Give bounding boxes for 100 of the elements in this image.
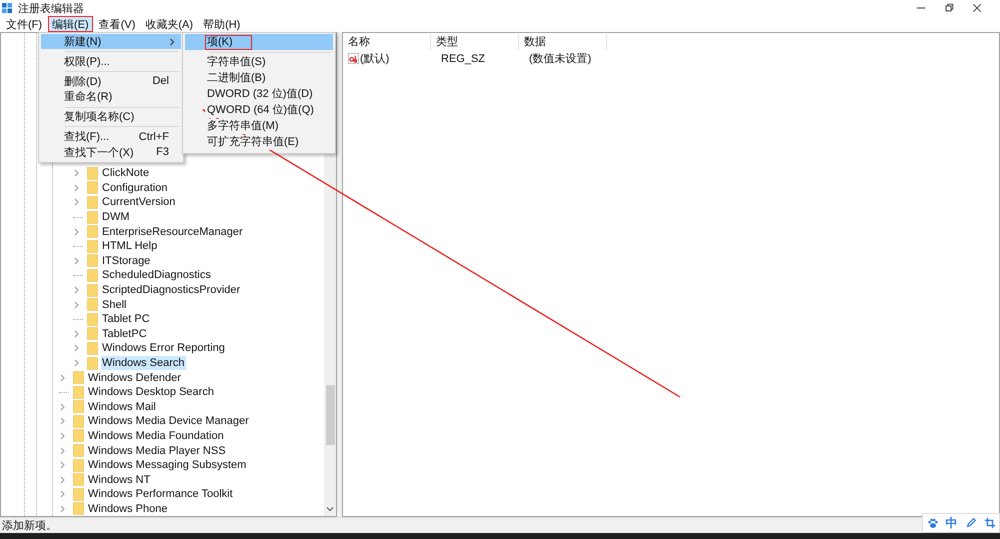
crop-icon[interactable]: [984, 517, 996, 529]
expand-chevron-icon[interactable]: [73, 344, 81, 352]
column-header[interactable]: 名称: [343, 34, 431, 50]
expand-chevron-icon[interactable]: [59, 432, 67, 440]
shortcut-text: F3: [156, 146, 169, 158]
expand-chevron-icon[interactable]: [59, 504, 67, 513]
menu-item[interactable]: 字符串值(S): [185, 54, 333, 70]
registry-editor-icon: [2, 2, 13, 14]
status-text: 添加新项。: [2, 518, 57, 533]
tree-item[interactable]: Windows Media Foundation: [87, 428, 225, 443]
expand-chevron-icon[interactable]: [59, 402, 67, 411]
tree-item[interactable]: TabletPC: [101, 326, 148, 341]
menu-item[interactable]: DWORD (32 位)值(D): [185, 86, 333, 102]
tree-item[interactable]: HTML Help: [101, 239, 158, 254]
folder-icon: [87, 240, 98, 253]
expand-chevron-icon[interactable]: [59, 490, 67, 498]
tree-item[interactable]: Configuration: [101, 180, 168, 195]
tree-item[interactable]: Windows NT: [87, 472, 152, 487]
tree-item[interactable]: Tablet PC: [101, 312, 151, 326]
folder-icon: [87, 342, 98, 355]
menu-item[interactable]: 收藏夹(A): [141, 16, 198, 32]
input-mode-toggle[interactable]: 中: [946, 514, 958, 532]
menu-item[interactable]: 新建(N): [41, 34, 181, 50]
column-header[interactable]: 类型: [431, 34, 519, 50]
expand-chevron-icon[interactable]: [59, 461, 67, 470]
menu-item[interactable]: 项(K): [185, 34, 333, 50]
expand-chevron-icon[interactable]: [59, 446, 67, 455]
tree-item[interactable]: ScriptedDiagnosticsProvider: [101, 283, 242, 298]
paw-icon[interactable]: [926, 517, 938, 529]
restore-icon[interactable]: [944, 3, 954, 13]
folder-icon: [87, 327, 98, 340]
tree-item[interactable]: CurrentVersion: [101, 195, 176, 210]
tree-item[interactable]: Windows Defender: [87, 370, 182, 385]
expand-chevron-icon[interactable]: [73, 300, 81, 309]
tree-item[interactable]: Shell: [101, 298, 128, 312]
expand-chevron-icon[interactable]: [73, 169, 81, 178]
expand-chevron-icon[interactable]: [73, 198, 81, 206]
tree-item[interactable]: Windows Phone: [87, 502, 168, 516]
expand-chevron-icon[interactable]: [73, 184, 81, 192]
folder-icon: [73, 386, 84, 399]
menu-item[interactable]: 权限(P)...: [41, 54, 181, 70]
tree-item[interactable]: Windows Messaging Subsystem: [87, 458, 248, 472]
menu-item-label: 权限(P)...: [64, 55, 111, 70]
expand-chevron-icon[interactable]: [59, 417, 67, 426]
menu-item[interactable]: 二进制值(B): [185, 70, 333, 86]
submenu-chevron-icon: [169, 38, 175, 46]
column-header[interactable]: 数据: [519, 34, 607, 50]
menu-item[interactable]: 查找(F)... Ctrl+F: [41, 128, 181, 144]
tree-item[interactable]: Windows Performance Toolkit: [87, 487, 234, 502]
expand-chevron-icon[interactable]: [59, 374, 67, 382]
table-cell-text: REG_SZ: [440, 52, 486, 64]
expand-chevron-icon[interactable]: [59, 476, 67, 484]
folder-icon: [73, 371, 84, 384]
menu-item-label: 重命名(R): [64, 90, 114, 104]
menu-item-label: 复制项名称(C): [64, 110, 136, 124]
menu-item[interactable]: 多字符串值(M): [185, 118, 333, 134]
expand-chevron-icon[interactable]: [73, 256, 81, 265]
tree-item[interactable]: Windows Media Player NSS: [87, 444, 227, 458]
menu-item[interactable]: QWORD (64 位)值(Q): [185, 102, 333, 118]
expand-chevron-icon[interactable]: [73, 228, 81, 236]
pencil-icon[interactable]: [964, 517, 976, 529]
expand-chevron-icon[interactable]: [73, 359, 81, 368]
shortcut-text: Ctrl+F: [138, 130, 169, 143]
menu-item[interactable]: 编辑(E): [48, 16, 93, 32]
folder-icon: [73, 502, 84, 516]
folder-icon: [87, 312, 98, 326]
folder-icon: [73, 400, 84, 414]
menu-item[interactable]: 可扩充字符串值(E): [185, 134, 333, 150]
folder-icon: [87, 254, 98, 268]
tree-item[interactable]: EnterpriseResourceManager: [101, 224, 244, 239]
tree-item[interactable]: DWM: [101, 210, 130, 224]
folder-icon: [87, 210, 98, 224]
tree-item[interactable]: Windows Search: [101, 356, 186, 370]
tree-item[interactable]: Windows Media Device Manager: [87, 414, 250, 428]
tree-item[interactable]: ClickNote: [101, 166, 150, 180]
tree-item[interactable]: ITStorage: [101, 254, 152, 268]
menu-item-label: 查找(F)...: [64, 130, 110, 144]
folder-icon: [87, 298, 98, 312]
menu-item[interactable]: 查找下一个(X) F3: [41, 144, 181, 160]
expand-chevron-icon[interactable]: [73, 286, 81, 294]
folder-icon: [87, 225, 98, 238]
scrollbar-thumb[interactable]: [326, 385, 334, 445]
folder-icon: [87, 356, 98, 370]
scroll-down-icon[interactable]: [326, 506, 334, 512]
tree-item[interactable]: ScheduledDiagnostics: [101, 268, 212, 282]
close-icon[interactable]: [972, 3, 982, 13]
menu-item[interactable]: 重命名(R): [41, 89, 181, 105]
folder-icon: [73, 444, 84, 458]
menu-item[interactable]: 帮助(H): [199, 16, 244, 32]
tree-item[interactable]: Windows Mail: [87, 400, 157, 414]
folder-icon: [87, 268, 98, 282]
table-cell-text: (数值未设置): [528, 52, 592, 66]
tree-item[interactable]: Windows Desktop Search: [87, 385, 215, 400]
menu-item[interactable]: 文件(F): [2, 16, 46, 32]
menu-item[interactable]: 查看(V): [94, 16, 140, 32]
menu-item[interactable]: 删除(D) Del: [41, 74, 181, 90]
tree-item[interactable]: Windows Error Reporting: [101, 341, 226, 356]
expand-chevron-icon[interactable]: [73, 330, 81, 338]
menu-item[interactable]: 复制项名称(C): [41, 109, 181, 124]
folder-icon: [87, 196, 98, 209]
